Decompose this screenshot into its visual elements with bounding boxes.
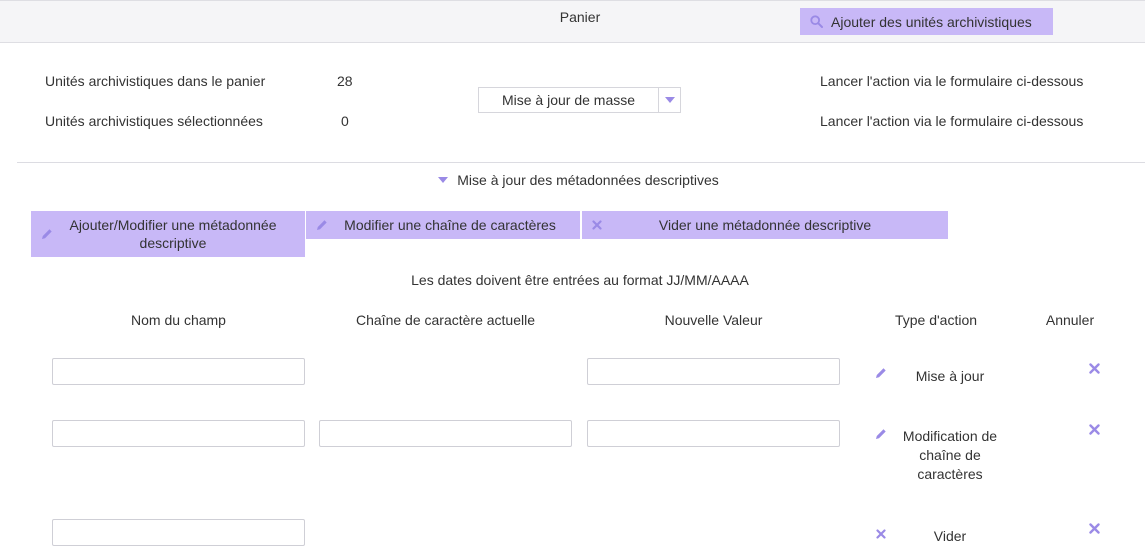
column-header-action-type: Type d'action: [894, 312, 978, 328]
section-toggle[interactable]: Mise à jour des métadonnées descriptives: [0, 172, 1145, 188]
section-title: Mise à jour des métadonnées descriptives: [457, 172, 719, 188]
x-icon: [592, 220, 602, 230]
pencil-icon: [876, 368, 886, 378]
new-value-input[interactable]: [587, 420, 840, 447]
column-header-current-string: Chaîne de caractère actuelle: [356, 312, 535, 328]
tab-clear-metadata[interactable]: Vider une métadonnée descriptive: [582, 211, 948, 239]
add-archival-units-label: Ajouter des unités archivistiques: [831, 13, 1032, 30]
column-header-new-value: Nouvelle Valeur: [664, 312, 763, 328]
caret-down-icon: [438, 177, 449, 183]
add-archival-units-button[interactable]: Ajouter des unités archivistiques: [800, 8, 1053, 35]
tab-label: Vider une métadonnée descriptive: [658, 217, 872, 233]
new-value-input[interactable]: [587, 358, 840, 385]
field-name-input[interactable]: [52, 420, 305, 447]
cancel-row-icon[interactable]: [1089, 424, 1100, 435]
action-type-label: Mise à jour: [915, 368, 985, 384]
selected-count: 0: [341, 113, 349, 129]
tab-label: Modifier une chaîne de caractères: [344, 217, 556, 233]
search-icon: [810, 15, 823, 28]
in-basket-count: 28: [337, 73, 353, 89]
tab-label: Ajouter/Modifier une métadonnée descript…: [69, 217, 277, 251]
pencil-icon: [876, 429, 886, 439]
action-select[interactable]: Mise à jour de masse: [478, 87, 681, 113]
field-name-input[interactable]: [52, 358, 305, 385]
field-name-input[interactable]: [52, 519, 305, 546]
action-type-label: Vider: [933, 528, 967, 544]
tab-add-modify-metadata[interactable]: Ajouter/Modifier une métadonnée descript…: [31, 211, 305, 257]
launch-text-2: Lancer l'action via le formulaire ci-des…: [820, 113, 1084, 129]
x-icon: [876, 529, 886, 539]
pencil-icon: [317, 220, 327, 230]
current-string-input[interactable]: [319, 420, 572, 447]
launch-text-1: Lancer l'action via le formulaire ci-des…: [820, 73, 1084, 89]
selected-label: Unités archivistiques sélectionnées: [45, 113, 263, 129]
pencil-icon: [42, 229, 52, 239]
tab-modify-string[interactable]: Modifier une chaîne de caractères: [306, 211, 580, 239]
column-header-cancel: Annuler: [1045, 312, 1095, 328]
column-header-field-name: Nom du champ: [131, 312, 226, 328]
in-basket-label: Unités archivistiques dans le panier: [45, 73, 266, 89]
cancel-row-icon[interactable]: [1089, 363, 1100, 374]
cancel-row-icon[interactable]: [1089, 523, 1100, 534]
action-select-value: Mise à jour de masse: [501, 92, 636, 108]
divider: [17, 162, 1145, 163]
chevron-down-icon[interactable]: [658, 88, 680, 112]
action-type-label: Modification de chaîne de caractères: [902, 428, 998, 482]
date-format-note: Les dates doivent être entrées au format…: [411, 272, 749, 288]
page-title: Panier: [559, 9, 601, 25]
